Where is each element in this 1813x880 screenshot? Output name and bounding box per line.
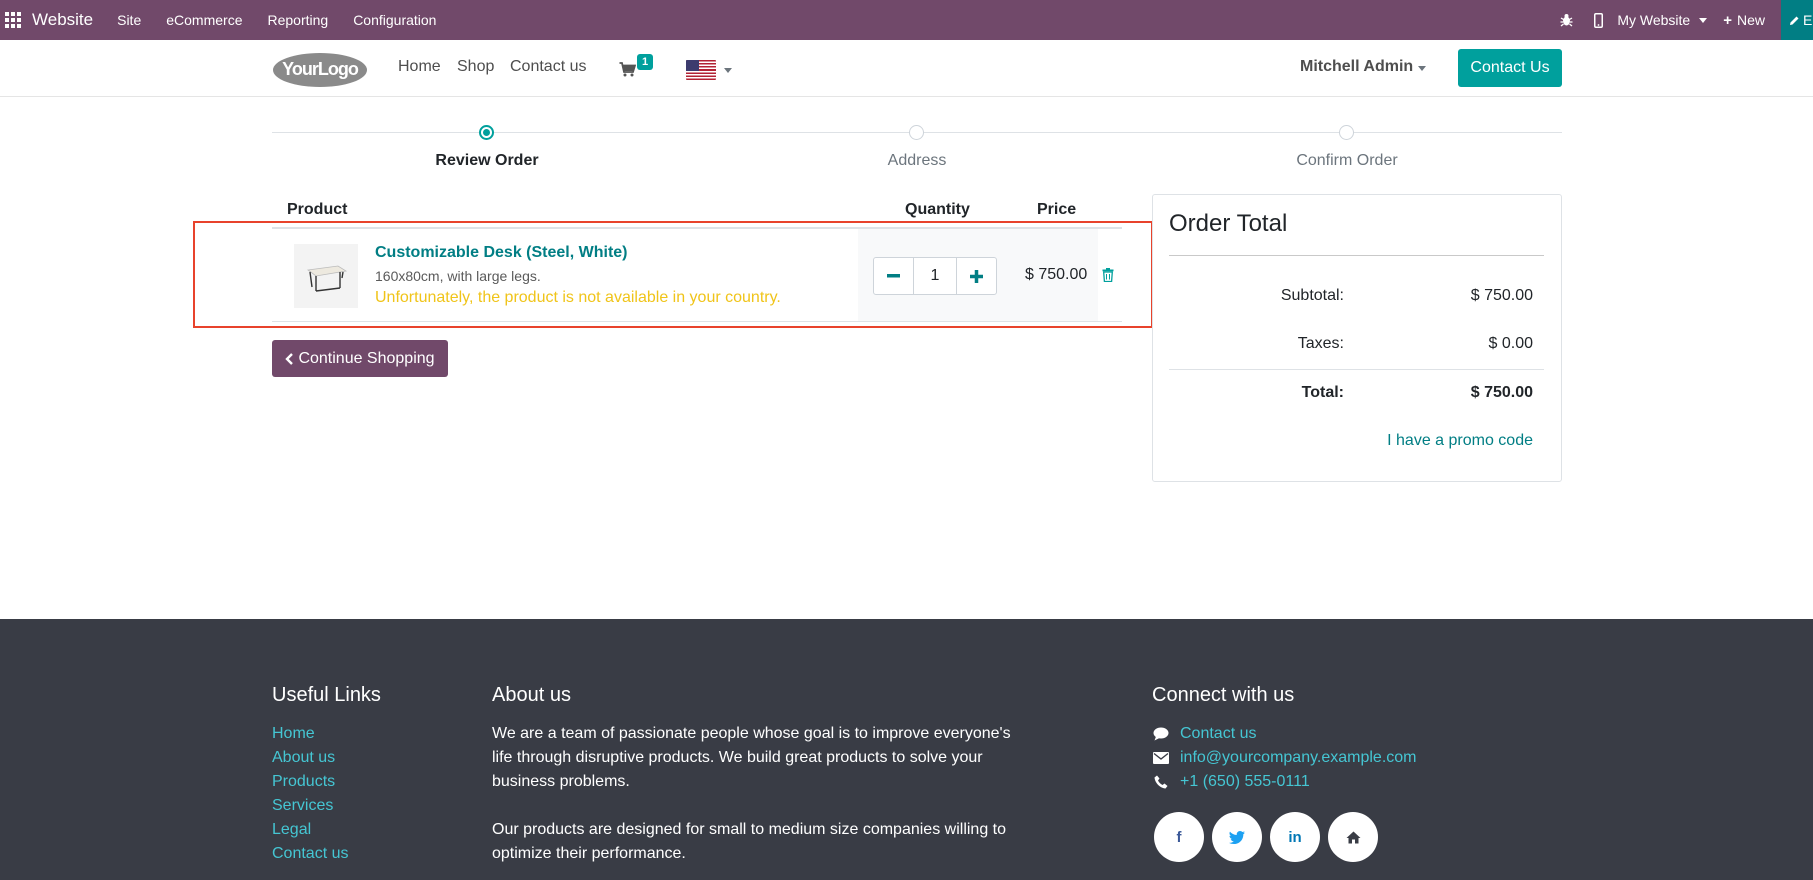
column-header-price: Price bbox=[1037, 201, 1077, 218]
about-us-title: About us bbox=[492, 684, 571, 706]
footer-link-legal[interactable]: Legal bbox=[272, 821, 311, 839]
step-confirm-order[interactable]: Confirm Order bbox=[1296, 152, 1397, 170]
connect-with-us-title: Connect with us bbox=[1152, 684, 1295, 706]
continue-shopping-button[interactable]: Continue Shopping bbox=[272, 340, 448, 377]
envelope-icon bbox=[1152, 750, 1170, 766]
about-line: optimize their performance. bbox=[492, 845, 686, 862]
nav-home[interactable]: Home bbox=[398, 58, 441, 76]
user-chevron-down-icon[interactable] bbox=[1418, 66, 1426, 71]
app-name[interactable]: Website bbox=[32, 10, 93, 30]
about-line: business problems. bbox=[492, 773, 630, 790]
subtotal-label: Subtotal: bbox=[1280, 287, 1344, 304]
edit-label: E bbox=[1803, 12, 1813, 28]
footer-link-about-us[interactable]: About us bbox=[272, 749, 335, 767]
menu-site[interactable]: Site bbox=[117, 12, 141, 28]
cart-quantity-badge: 1 bbox=[637, 54, 654, 70]
phone-icon bbox=[1152, 774, 1170, 790]
website-switcher-label: My Website bbox=[1617, 12, 1691, 28]
language-chevron-down-icon[interactable] bbox=[724, 68, 732, 73]
footer-contact-item[interactable]: Contact us bbox=[1152, 725, 1256, 743]
taxes-value: $ 0.00 bbox=[1488, 335, 1533, 352]
order-total-divider bbox=[1169, 255, 1544, 256]
footer-link-products[interactable]: Products bbox=[272, 773, 335, 791]
taxes-label: Taxes: bbox=[1297, 335, 1344, 352]
odoo-topbar: Website Site eCommerce Reporting Configu… bbox=[0, 0, 1813, 40]
edit-website-button[interactable]: E bbox=[1781, 0, 1813, 40]
promo-code-link[interactable]: I have a promo code bbox=[1387, 432, 1533, 450]
column-header-quantity: Quantity bbox=[905, 201, 970, 218]
step-confirm-order-dot bbox=[1339, 125, 1354, 140]
step-review-order: Review Order bbox=[435, 152, 539, 169]
facebook-glyph: f bbox=[1176, 828, 1182, 846]
logo-text: YourLogo bbox=[282, 59, 359, 79]
about-us-paragraph-1: We are a team of passionate people whose… bbox=[492, 722, 1022, 794]
contact-us-button[interactable]: Contact Us bbox=[1458, 49, 1562, 87]
shopping-cart-icon bbox=[619, 62, 636, 77]
website-header: YourLogo Home Shop Contact us 1 Mitchell… bbox=[0, 40, 1813, 97]
apps-menu-button[interactable] bbox=[0, 0, 26, 40]
step-review-order-dot bbox=[479, 125, 494, 140]
footer-phone-link[interactable]: +1 (650) 555-0111 bbox=[1180, 773, 1310, 791]
menu-configuration[interactable]: Configuration bbox=[353, 12, 436, 28]
menu-reporting[interactable]: Reporting bbox=[267, 12, 328, 28]
twitter-bird-glyph bbox=[1229, 830, 1245, 844]
nav-contact-us[interactable]: Contact us bbox=[510, 58, 586, 76]
subtotal-value: $ 750.00 bbox=[1470, 287, 1533, 304]
footer-link-services[interactable]: Services bbox=[272, 797, 333, 815]
mobile-preview-icon[interactable] bbox=[1585, 12, 1611, 28]
footer-email-link[interactable]: info@yourcompany.example.com bbox=[1180, 749, 1417, 767]
chevron-down-icon bbox=[1699, 17, 1708, 23]
cart-link[interactable]: 1 bbox=[619, 54, 655, 79]
company-logo[interactable]: YourLogo bbox=[272, 50, 368, 88]
home-icon[interactable]: home bbox=[1328, 812, 1378, 862]
comment-icon bbox=[1152, 726, 1170, 742]
plus-icon: + bbox=[1723, 11, 1732, 29]
footer-phone-item[interactable]: +1 (650) 555-0111 bbox=[1152, 773, 1310, 791]
new-label: New bbox=[1736, 12, 1765, 28]
chevron-left-icon bbox=[285, 352, 294, 365]
new-content-button[interactable]: + New bbox=[1723, 12, 1765, 29]
total-value: $ 750.00 bbox=[1470, 384, 1533, 401]
order-total-title: Order Total bbox=[1169, 210, 1288, 237]
continue-shopping-label: Continue Shopping bbox=[298, 349, 435, 367]
us-flag-icon[interactable] bbox=[686, 60, 716, 80]
about-us-paragraph-2: Our products are designed for small to m… bbox=[492, 818, 1022, 866]
footer-contact-link[interactable]: Contact us bbox=[1180, 725, 1256, 743]
footer-email-item[interactable]: info@yourcompany.example.com bbox=[1152, 749, 1417, 767]
useful-links-title: Useful Links bbox=[272, 684, 381, 706]
facebook-icon[interactable]: f bbox=[1154, 812, 1204, 862]
twitter-icon[interactable]: t bbox=[1212, 812, 1262, 862]
about-line: We are a team of passionate people whose… bbox=[492, 725, 1011, 742]
footer-link-home[interactable]: Home bbox=[272, 725, 315, 743]
about-line: life through disruptive products. We bui… bbox=[492, 749, 983, 766]
pencil-icon bbox=[1790, 16, 1799, 25]
nav-shop[interactable]: Shop bbox=[457, 58, 494, 76]
menu-ecommerce[interactable]: eCommerce bbox=[166, 12, 242, 28]
total-divider bbox=[1169, 369, 1544, 370]
column-header-product: Product bbox=[287, 201, 348, 218]
step-address-dot bbox=[909, 125, 924, 140]
step-address[interactable]: Address bbox=[888, 152, 947, 170]
total-label: Total: bbox=[1301, 384, 1344, 401]
user-menu[interactable]: Mitchell Admin bbox=[1300, 58, 1413, 76]
linkedin-glyph: in bbox=[1288, 828, 1302, 846]
debug-bug-icon[interactable] bbox=[1553, 13, 1579, 27]
website-switcher[interactable]: My Website bbox=[1617, 12, 1708, 28]
linkedin-icon[interactable]: in bbox=[1270, 812, 1320, 862]
highlight-annotation-box bbox=[193, 221, 1153, 328]
footer-link-contact-us[interactable]: Contact us bbox=[272, 845, 348, 863]
apps-grid-icon bbox=[5, 12, 21, 28]
about-line: Our products are designed for small to m… bbox=[492, 821, 1007, 838]
home-glyph bbox=[1346, 831, 1360, 843]
